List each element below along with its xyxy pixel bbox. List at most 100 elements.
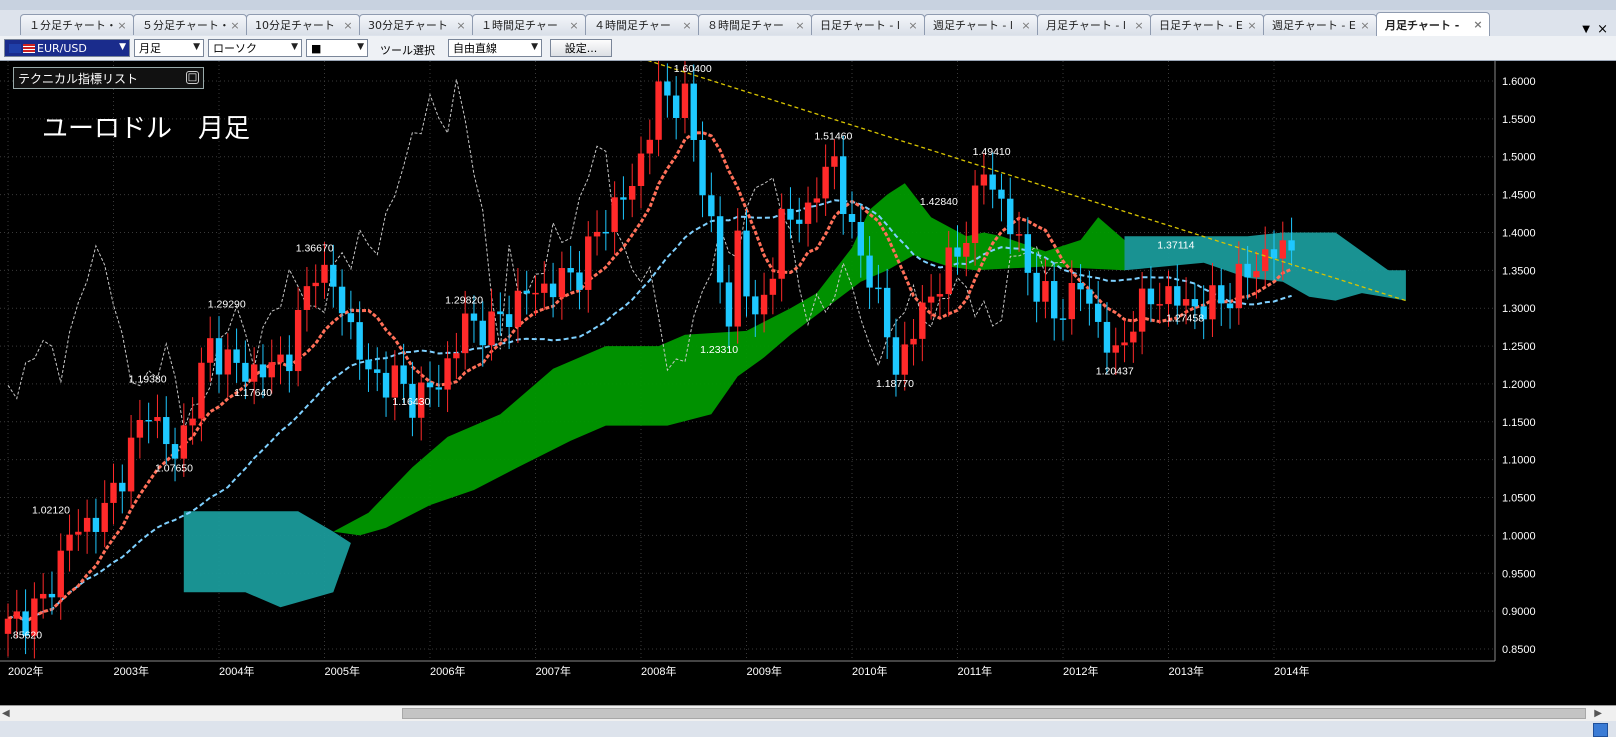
tab-menu-arrow-icon[interactable]: ▼ (1582, 24, 1590, 35)
price-annotation: 1.02120 (32, 504, 70, 516)
tab-close-icon[interactable]: × (115, 19, 129, 32)
tab-close-icon[interactable]: × (228, 19, 242, 32)
style-select[interactable]: ■ ▼ (306, 39, 368, 57)
tab-13[interactable]: 月足チャート - × (1376, 12, 1490, 36)
candle-body (215, 338, 223, 375)
chart-type-label: ローソク (213, 42, 257, 55)
candle-body (1165, 286, 1172, 305)
tab-close-icon[interactable]: × (680, 19, 694, 32)
y-tick-label: 1.4000 (1502, 227, 1536, 239)
tab-9[interactable]: 週足チャート - l × (924, 14, 1038, 35)
candle-body (66, 534, 73, 551)
y-tick-label: 1.3500 (1502, 265, 1536, 277)
candle-body (1191, 299, 1199, 307)
candlestick-chart: 1.6000 1.5500 1.5000 1.4500 1.4000 1.3500 1.30… (0, 61, 1536, 678)
y-tick-label: 0.9500 (1502, 568, 1536, 580)
candle-body (312, 282, 319, 287)
candle-body (910, 338, 917, 345)
y-tick-label: 1.5500 (1502, 114, 1536, 126)
candle-body (1279, 240, 1286, 259)
tab-close-icon[interactable]: × (1471, 18, 1485, 31)
candle-body (250, 364, 258, 382)
price-annotation: 1.60400 (674, 63, 712, 75)
symbol-select[interactable]: EUR/USD ▼ (4, 39, 130, 57)
tab-12[interactable]: 週足チャート - E × (1263, 14, 1377, 35)
candle-body (883, 287, 891, 338)
candle-body (901, 344, 908, 375)
x-tick-label: 2010年 (852, 664, 887, 678)
tab-close-icon[interactable]: × (567, 19, 581, 32)
candle-body (1103, 321, 1111, 353)
candle-body (1094, 303, 1102, 322)
candle-body (374, 369, 381, 373)
candle-body (514, 290, 522, 327)
candle-body (998, 189, 1005, 199)
close-all-tabs-icon[interactable]: × (1597, 22, 1608, 37)
tab-close-icon[interactable]: × (1132, 19, 1146, 32)
tab-close-icon[interactable]: × (793, 19, 807, 32)
candle-body (690, 83, 697, 140)
y-tick-label: 1.1500 (1502, 417, 1536, 429)
candle-body (110, 482, 117, 503)
candle-body (681, 83, 689, 118)
candle-body (1147, 288, 1155, 305)
indicator-list-button[interactable]: テクニカル指標リスト □ (13, 67, 204, 89)
candle-body (189, 418, 196, 426)
tool-select[interactable]: 自由直線 ▼ (448, 39, 542, 57)
tab-8[interactable]: 日足チャート - l × (811, 14, 925, 35)
scroll-right-arrow-icon[interactable]: ▶ (1594, 708, 1602, 719)
candle-body (391, 365, 399, 398)
tab-3[interactable]: 10分足チャート × (246, 14, 360, 35)
candle-body (822, 166, 829, 199)
y-tick-label: 1.5000 (1502, 152, 1536, 164)
x-tick-label: 2014年 (1274, 664, 1309, 678)
scroll-thumb[interactable] (402, 708, 1586, 719)
candle-body (963, 242, 970, 257)
x-tick-label: 2011年 (958, 664, 993, 678)
tab-1[interactable]: １分足チャート・ × (20, 14, 134, 35)
y-tick-label: 1.1000 (1502, 455, 1536, 467)
tab-6[interactable]: ４時間足チャー × (585, 14, 699, 35)
chevron-down-icon: ▼ (531, 42, 538, 52)
tab-close-icon[interactable]: × (1358, 19, 1372, 32)
tab-label: 週足チャート - l (933, 19, 1013, 32)
tab-11[interactable]: 日足チャート - E × (1150, 14, 1264, 35)
price-annotation: 1.17640 (234, 387, 272, 399)
price-annotation: 1.20437 (1096, 366, 1134, 378)
chart-area[interactable]: 1.6000 1.5500 1.5000 1.4500 1.4000 1.3500 1.30… (0, 61, 1616, 705)
horizontal-scrollbar[interactable]: ◀ ▶ (0, 705, 1616, 722)
candle-body (426, 382, 434, 388)
candle-body (1077, 282, 1084, 290)
tab-4[interactable]: 30分足チャート × (359, 14, 473, 35)
tab-close-icon[interactable]: × (341, 19, 355, 32)
candle-body (523, 290, 530, 294)
tab-10[interactable]: 月足チャート - l × (1037, 14, 1151, 35)
candle-body (233, 349, 240, 363)
candle-body (479, 320, 486, 346)
chart-title: ユーロドル 月足 (42, 114, 250, 144)
candle-body (848, 214, 856, 222)
tab-2[interactable]: ５分足チャート・ × (133, 14, 247, 35)
candle-body (708, 195, 715, 217)
tab-7[interactable]: ８時間足チャー × (698, 14, 812, 35)
candle-body (1182, 299, 1190, 306)
tab-5[interactable]: １時間足チャー × (472, 14, 586, 35)
settings-button[interactable]: 設定... (550, 39, 612, 57)
tab-close-icon[interactable]: × (1245, 19, 1259, 32)
expand-icon[interactable]: □ (186, 71, 199, 84)
candle-body (1007, 198, 1014, 235)
tab-close-icon[interactable]: × (454, 19, 468, 32)
timeframe-select[interactable]: 月足 ▼ (134, 39, 204, 57)
candle-body (321, 264, 328, 283)
tab-close-icon[interactable]: × (1019, 19, 1033, 32)
candle-body (725, 282, 733, 327)
tab-label: 30分足チャート (368, 19, 448, 32)
candle-body (945, 247, 952, 295)
tab-close-icon[interactable]: × (906, 19, 920, 32)
candle-body (1253, 271, 1260, 278)
candle-body (541, 283, 548, 293)
chart-type-select[interactable]: ローソク ▼ (208, 39, 302, 57)
tool-value: 自由直線 (453, 42, 497, 55)
candle-body (330, 264, 337, 287)
scroll-left-arrow-icon[interactable]: ◀ (2, 708, 10, 719)
